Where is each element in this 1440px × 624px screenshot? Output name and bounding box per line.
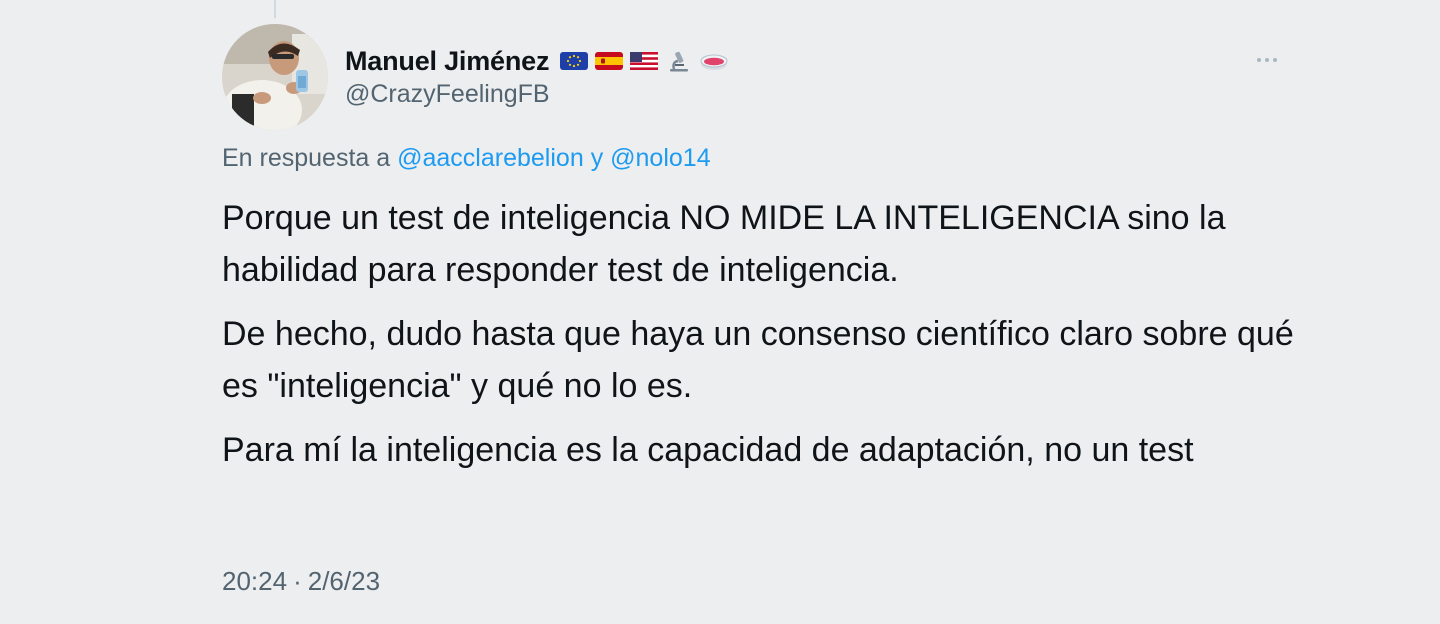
tweet-timestamp: 20:24 · 2/6/23 [222,566,380,597]
tweet-date[interactable]: 2/6/23 [308,566,380,596]
avatar[interactable] [222,24,328,130]
usa-flag-icon [629,50,659,72]
eu-flag-icon [559,50,589,72]
reply-context: En respuesta a @aacclarebelion y @nolo14 [222,144,711,173]
author-emoji-list [559,50,729,72]
tweet-paragraph: De hecho, dudo hasta que haya un consens… [222,315,1294,405]
avatar-photo [222,24,328,130]
reply-conjunction: y [590,144,604,172]
tweet-paragraph: Para mí la inteligencia es la capacidad … [222,431,1194,469]
meta-separator: · [293,566,302,596]
author-name-row: Manuel Jiménez [345,42,729,80]
reply-mention-aacclarebelion[interactable]: @aacclarebelion [397,144,584,172]
tweet-time[interactable]: 20:24 [222,566,287,596]
tweet-text: Porque un test de inteligencia NO MIDE L… [222,192,1302,488]
petri-dish-icon [699,50,729,72]
reply-mention-nolo14[interactable]: @nolo14 [610,144,710,172]
reply-prefix: En respuesta a [222,144,391,172]
microscope-icon [664,50,694,72]
spain-flag-icon [594,50,624,72]
tweet-paragraph: Porque un test de inteligencia NO MIDE L… [222,199,1226,289]
tweet-card: Manuel Jiménez @CrazyFeelingFB En respue… [0,0,1440,624]
author-handle[interactable]: @CrazyFeelingFB [345,80,550,109]
more-options-icon[interactable] [1252,50,1282,70]
author-display-name[interactable]: Manuel Jiménez [345,46,549,77]
